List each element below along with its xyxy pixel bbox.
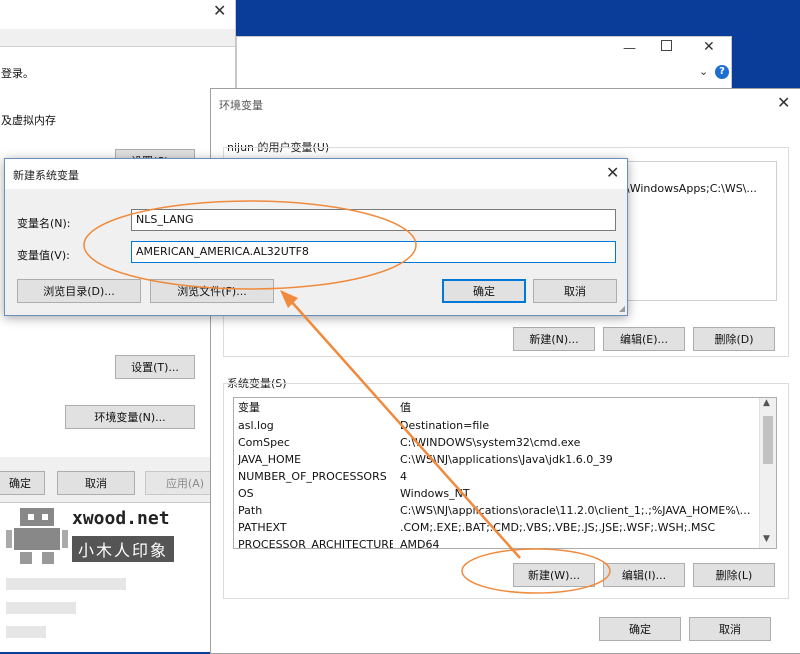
watermark: xwood.net 小木人印象 (6, 506, 206, 566)
watermark-subtitle: 小木人印象 (72, 536, 175, 562)
blurred-text-2 (6, 602, 76, 614)
annotation-ellipse-inputs (83, 200, 417, 290)
blurred-text-3 (6, 626, 46, 638)
annotation-ellipse-new-button (461, 548, 611, 594)
blurred-text-1 (6, 578, 126, 590)
annotation-arrow-line (289, 299, 521, 559)
robot-icon (6, 508, 68, 564)
watermark-brand: xwood.net (72, 508, 170, 529)
